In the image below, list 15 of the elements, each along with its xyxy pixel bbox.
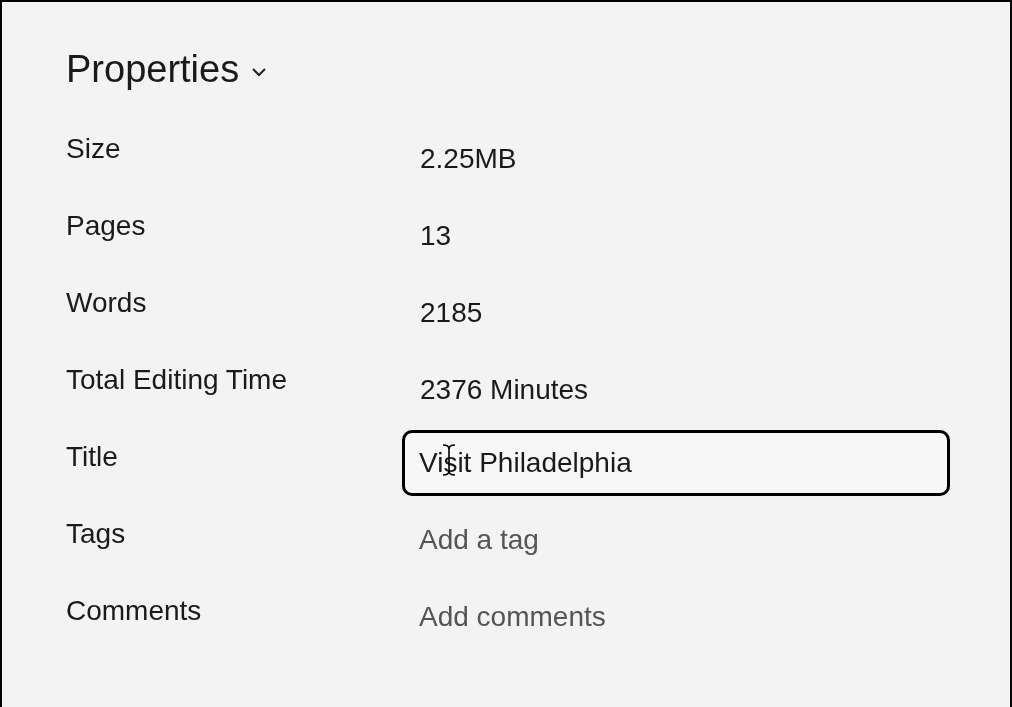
property-value: 2185 (420, 296, 483, 329)
property-value: 2376 Minutes (420, 373, 589, 406)
property-label: Total Editing Time (66, 363, 288, 396)
chevron-icon[interactable] (251, 67, 268, 77)
property-label: Comments (66, 594, 203, 627)
input-field[interactable]: Add a tag (402, 506, 950, 573)
panel-title: Properties (66, 47, 240, 91)
property-label: Words (66, 286, 148, 319)
input-field[interactable]: Add comments (402, 583, 950, 650)
property-value: 13 (420, 219, 452, 252)
property-label: Tags (66, 517, 127, 550)
property-label: Pages (66, 209, 147, 242)
property-label: Title (66, 440, 119, 473)
property-value: 2.25MB (420, 142, 517, 175)
property-label: Size (66, 132, 122, 165)
